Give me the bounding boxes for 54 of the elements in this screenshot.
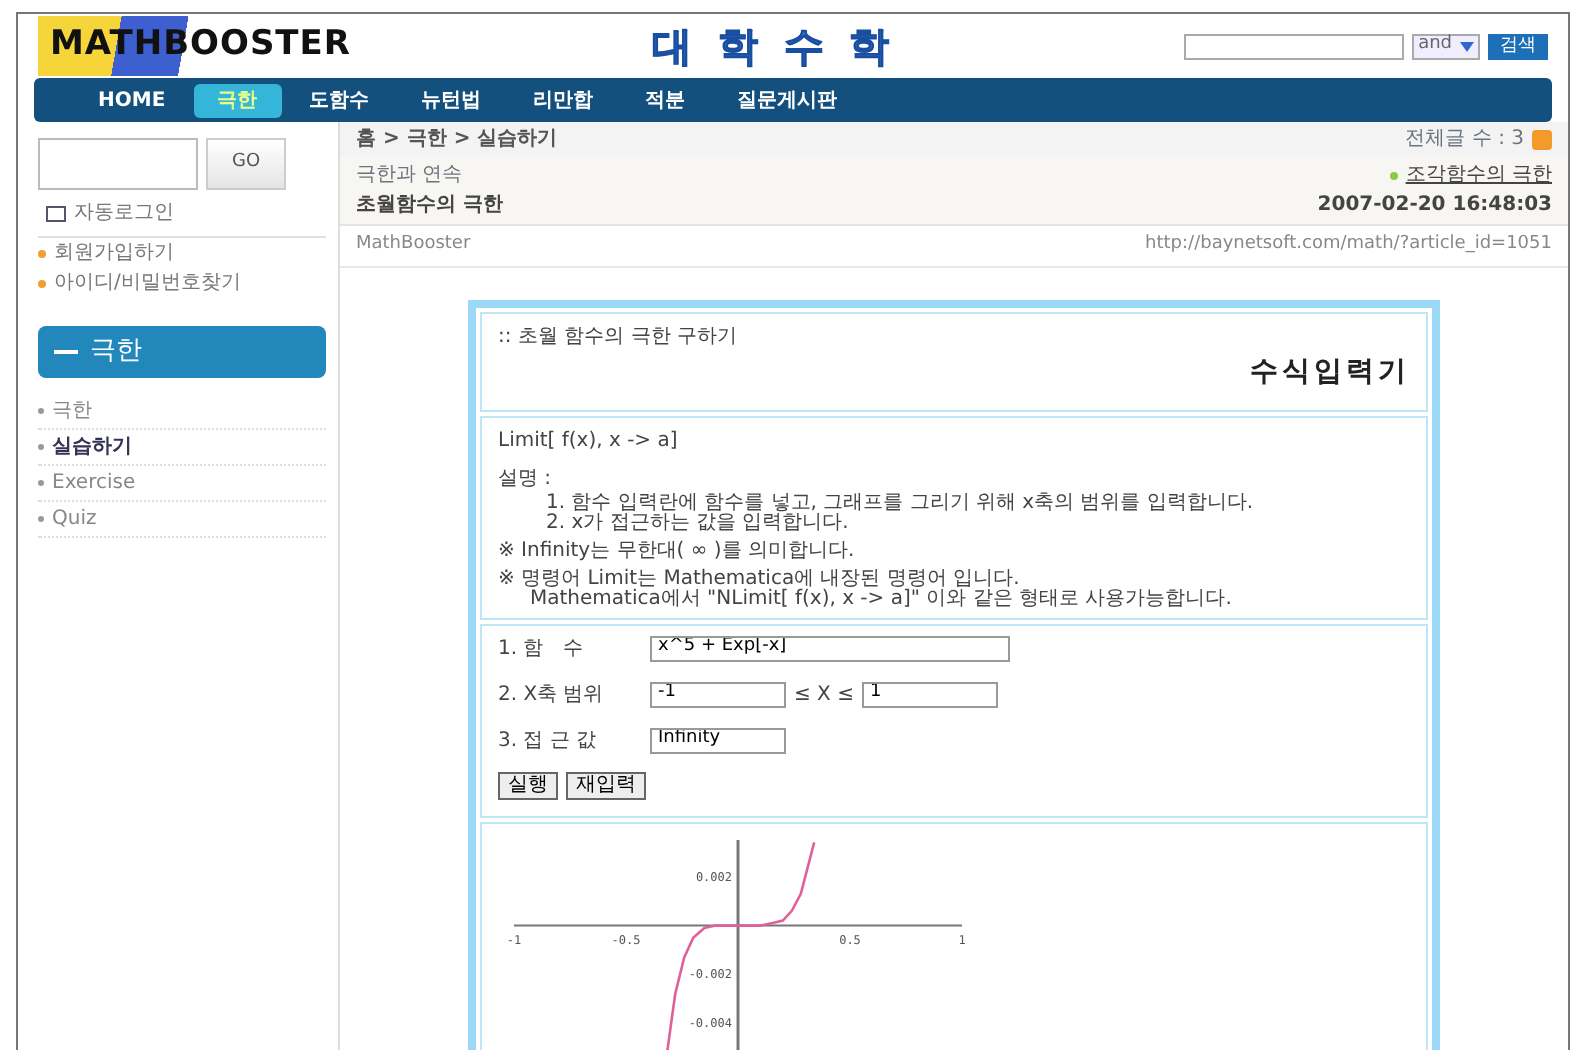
nav-tab[interactable]: 도함수 [285, 83, 394, 117]
breadcrumb[interactable]: 홈 > 극한 > 실습하기 [356, 124, 558, 154]
nav-tab[interactable]: 질문게시판 [713, 83, 862, 117]
dash-icon [54, 349, 78, 354]
login-field[interactable] [38, 138, 198, 190]
note-text: Mathematica에서 "NLimit[ f(x), x -> a]" 이와 같은 형태로 사용가능합니다. [528, 589, 1234, 609]
author: MathBooster [356, 232, 471, 258]
sidebar-title: 극한 [90, 334, 142, 370]
range-min-field[interactable]: -1 [650, 681, 786, 707]
checkbox[interactable] [46, 205, 66, 221]
nav-tab[interactable]: 리만합 [509, 83, 618, 117]
panel-title: 수식입력기 [1248, 353, 1410, 391]
note-text: ※ 명령어 Limit는 Mathematica에 내장된 명령어 입니다. [498, 569, 1022, 589]
bullet-icon [38, 279, 46, 287]
field-label: 2. X축 범위 [498, 681, 606, 709]
range-separator: ≤ X ≤ [794, 681, 854, 709]
operator-dropdown[interactable]: and [1412, 33, 1480, 59]
panel-heading: :: 초월 함수의 극한 구하기 [498, 323, 739, 351]
description-label: 설명 : [498, 465, 554, 493]
checkbox-label: 자동로그인 [74, 200, 174, 228]
function-field[interactable]: x^5 + Exp[-x] [650, 635, 1010, 661]
range-max-field[interactable]: 1 [861, 681, 998, 707]
post-count: 전체글 수 : 3 [1405, 126, 1524, 154]
caret-icon [1460, 41, 1474, 51]
sidebar-item[interactable]: 극한 [38, 393, 326, 429]
step-text: 1. 함수 입력란에 함수를 넣고, 그래프를 그리기 위해 x축의 범위를 입력합니다. [544, 493, 1256, 513]
post-category[interactable]: 극한과 연속 [356, 160, 503, 190]
nav-tab[interactable]: 뉴턴법 [397, 83, 506, 117]
sidebar-item[interactable]: Quiz [38, 501, 326, 537]
related-link[interactable]: 조각함수의 극한 [1405, 164, 1552, 186]
note-text: ※ Infinity는 무한대( ∞ )를 의미합니다. [498, 541, 857, 561]
nav-tab[interactable]: 적분 [621, 83, 710, 117]
sidebar-item[interactable]: Exercise [38, 465, 326, 501]
step-text: 2. x가 접근하는 값을 입력합니다. [544, 513, 851, 533]
syntax-text: Limit[ f(x), x -> a] [498, 427, 680, 455]
post-date: 2007-02-20 16:48:03 [1317, 192, 1552, 220]
link[interactable]: 회원가입하기 [54, 238, 174, 268]
go-button[interactable]: GO [206, 138, 286, 190]
search-field[interactable] [1184, 33, 1405, 59]
site-title: 대 학 수 학 [651, 20, 896, 74]
form-button[interactable]: 실행 [498, 771, 558, 799]
nav-tab[interactable]: HOME [74, 83, 190, 117]
field-label: 3. 접 근 값 [498, 727, 599, 755]
rss-icon[interactable] [1532, 129, 1552, 149]
post-url[interactable]: http://baynetsoft.com/math/?article_id=1051 [1145, 232, 1552, 259]
field-label: 1. 함 수 [498, 635, 586, 663]
bullet-icon [1389, 172, 1398, 180]
bullet-icon [38, 249, 46, 257]
post-title: 초월함수의 극한 [356, 192, 503, 220]
approach-field[interactable]: Infinity [650, 727, 786, 753]
search-button[interactable]: 검색 [1488, 33, 1548, 59]
link[interactable]: 아이디/비밀번호찾기 [54, 268, 241, 298]
form-button[interactable]: 재입력 [566, 771, 646, 799]
sidebar-item[interactable]: 실습하기 [38, 429, 326, 465]
